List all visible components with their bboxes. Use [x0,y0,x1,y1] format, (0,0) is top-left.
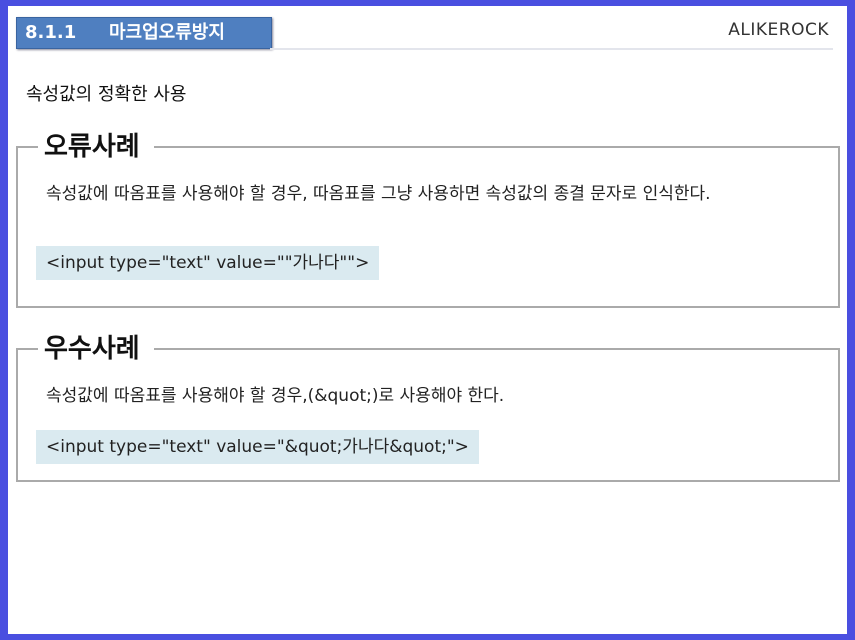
bad-example-box: 오류사례 속성값에 따옴표를 사용해야 할 경우, 따옴표를 그냥 사용하면 속… [16,126,840,308]
bad-example-description: 속성값에 따옴표를 사용해야 할 경우, 따옴표를 그냥 사용하면 속성값의 종… [46,184,711,204]
subtitle: 속성값의 정확한 사용 [26,84,187,105]
bad-example-heading: 오류사례 [38,126,154,163]
good-example-code: <input type="text" value="&quot;가나다&quot… [36,430,479,464]
brand-logo-text: ALIKEROCK [728,20,829,40]
good-example-box: 우수사례 속성값에 따옴표를 사용해야 할 경우,(&quot;)로 사용해야 … [16,328,840,482]
good-example-heading: 우수사례 [38,328,154,365]
slide: 8.1.1 마크업오류방지 ALIKEROCK 속성값의 정확한 사용 오류사례… [8,6,847,634]
header-divider [270,48,833,50]
section-title: 마크업오류방지 [109,22,225,43]
section-number: 8.1.1 [25,22,77,43]
section-title-bar: 8.1.1 마크업오류방지 [16,17,272,49]
bad-example-code: <input type="text" value=""가나다""> [36,246,380,280]
good-example-description: 속성값에 따옴표를 사용해야 할 경우,(&quot;)로 사용해야 한다. [46,386,505,406]
